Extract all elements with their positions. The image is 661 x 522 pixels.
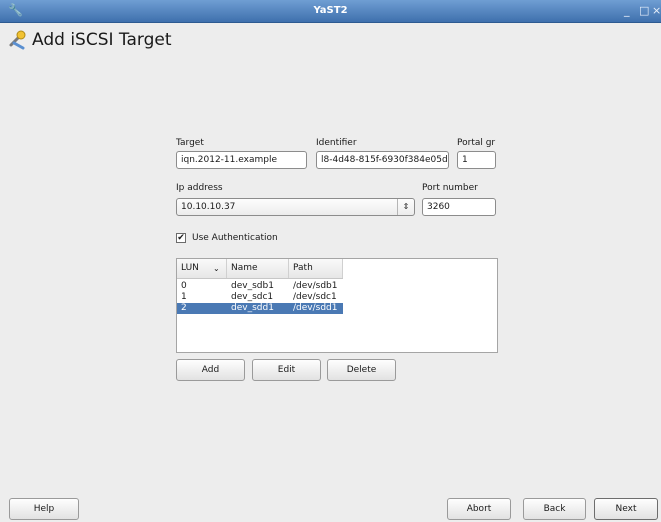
edit-button[interactable]: Edit <box>252 359 321 381</box>
ip-address-select[interactable]: 10.10.10.37 ⇕ <box>176 198 415 216</box>
target-input[interactable]: iqn.2012-11.example <box>176 151 307 169</box>
ip-address-value: 10.10.10.37 <box>181 202 236 212</box>
port-number-input[interactable]: 3260 <box>422 198 496 216</box>
next-button[interactable]: Next <box>594 498 658 520</box>
window-titlebar: 🔧 YaST2 _ □ × <box>0 0 661 23</box>
abort-button[interactable]: Abort <box>447 498 511 520</box>
ip-address-label: Ip address <box>176 183 223 193</box>
use-authentication-checkbox[interactable]: ✔ <box>176 233 186 243</box>
window-title: YaST2 <box>313 5 348 16</box>
page-title: Add iSCSI Target <box>32 30 172 50</box>
table-row[interactable]: 0 dev_sdb1 /dev/sdb1 <box>177 281 343 292</box>
column-header-lun[interactable]: LUN ⌄ <box>177 259 227 278</box>
delete-button[interactable]: Delete <box>327 359 396 381</box>
minimize-button[interactable]: _ <box>624 4 630 17</box>
table-row[interactable]: 1 dev_sdc1 /dev/sdc1 <box>177 292 343 303</box>
column-header-name[interactable]: Name <box>227 259 289 278</box>
identifier-input[interactable]: l8-4d48-815f-6930f384e05d <box>316 151 449 169</box>
back-button[interactable]: Back <box>523 498 586 520</box>
updown-arrow-icon: ⇕ <box>397 199 414 215</box>
help-button[interactable]: Help <box>9 498 79 520</box>
table-row-selected[interactable]: 2 dev_sdd1 /dev/sdd1 <box>177 303 343 314</box>
column-header-path[interactable]: Path <box>289 259 343 278</box>
use-authentication-label[interactable]: Use Authentication <box>192 233 278 243</box>
portal-group-input[interactable]: 1 <box>457 151 496 169</box>
portal-group-label: Portal gr <box>457 138 496 148</box>
lun-table[interactable]: LUN ⌄ Name Path 0 dev_sdb1 /dev/sdb1 1 d… <box>176 258 498 353</box>
table-header: LUN ⌄ Name Path <box>177 259 343 279</box>
tools-icon <box>9 30 26 50</box>
port-number-label: Port number <box>422 183 478 193</box>
target-label: Target <box>176 138 204 148</box>
add-button[interactable]: Add <box>176 359 245 381</box>
maximize-button[interactable]: □ <box>639 4 649 17</box>
sort-chevron-down-icon: ⌄ <box>213 264 220 273</box>
identifier-label: Identifier <box>316 138 357 148</box>
close-button[interactable]: × <box>652 4 661 17</box>
